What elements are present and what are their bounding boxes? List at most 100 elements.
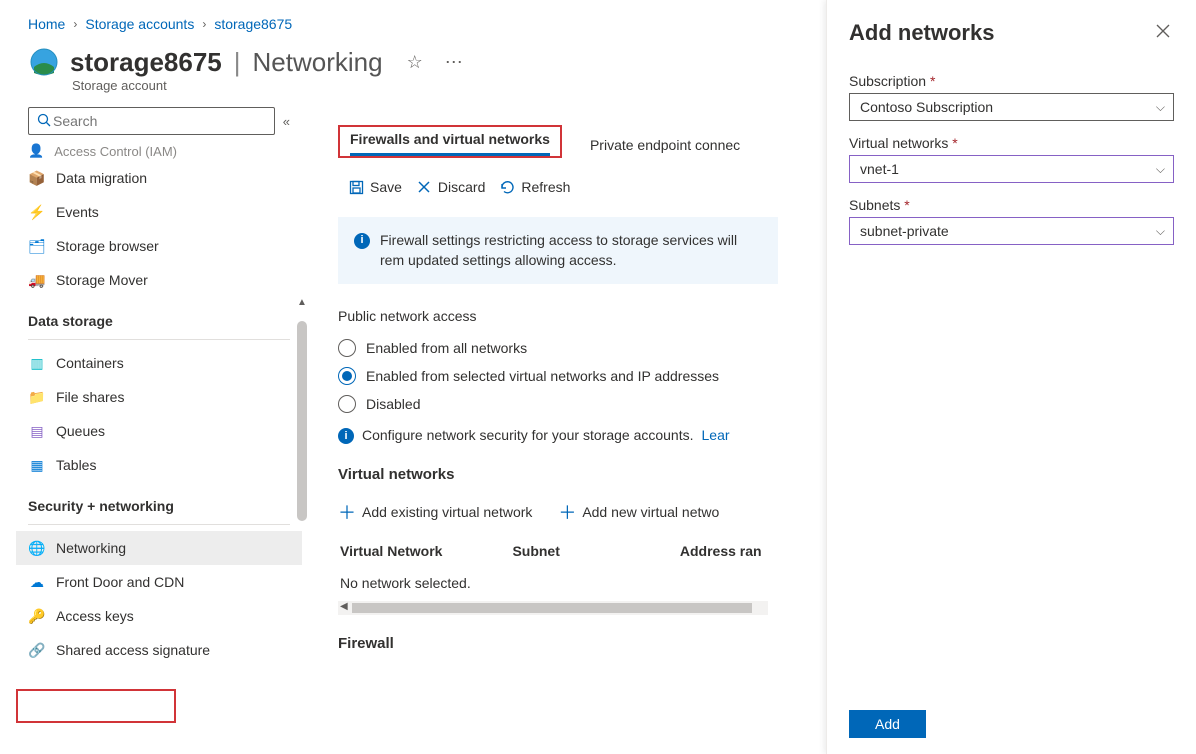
info-icon: i <box>354 233 370 249</box>
info-banner: i Firewall settings restricting access t… <box>338 217 778 284</box>
vnet-label: Virtual networks * <box>849 135 1174 155</box>
more-menu-icon[interactable]: ⋯ <box>445 52 464 73</box>
chevron-down-icon: ⌵ <box>1156 162 1165 177</box>
highlight-networking <box>16 689 176 723</box>
sidebar-item-access-keys[interactable]: 🔑 Access keys <box>16 599 302 633</box>
sidebar-item-iam[interactable]: 👤 Access Control (IAM) <box>16 141 302 161</box>
sidebar-item-label: Events <box>56 204 99 220</box>
sidebar-item-storage-mover[interactable]: 🚚 Storage Mover <box>16 263 302 297</box>
radio-label: Disabled <box>366 396 420 412</box>
breadcrumb-home[interactable]: Home <box>28 16 65 32</box>
globe-icon: 🌐 <box>28 539 46 557</box>
learn-more-link[interactable]: Lear <box>702 427 730 443</box>
sidebar-item-label: Tables <box>56 457 96 473</box>
tab-firewalls[interactable]: Firewalls and virtual networks <box>338 125 562 158</box>
sidebar-item-tables[interactable]: ▦ Tables <box>16 448 302 482</box>
chevron-down-icon: ⌵ <box>1156 100 1165 115</box>
radio-icon <box>338 339 356 357</box>
subnet-value: subnet-private <box>860 223 949 239</box>
hint-text: Configure network security for your stor… <box>362 427 694 443</box>
save-button[interactable]: Save <box>348 179 402 195</box>
sidebar-item-label: Networking <box>56 540 126 556</box>
scrollbar-thumb[interactable] <box>352 603 752 613</box>
add-new-vnet-button[interactable]: ＋ Add new virtual netwo <box>558 493 725 531</box>
favorite-star-icon[interactable]: ☆ <box>407 52 423 73</box>
mover-icon: 🚚 <box>28 271 46 289</box>
sidebar-item-label: Access keys <box>56 608 134 624</box>
sidebar-item-label: Data migration <box>56 170 147 186</box>
breadcrumb-resource[interactable]: storage8675 <box>214 16 292 32</box>
add-existing-vnet-button[interactable]: ＋ Add existing virtual network <box>338 493 538 531</box>
sidebar-item-front-door[interactable]: ☁ Front Door and CDN <box>16 565 302 599</box>
sidebar-item-label: Front Door and CDN <box>56 574 184 590</box>
key-icon: 🔑 <box>28 607 46 625</box>
close-icon[interactable] <box>1152 18 1174 47</box>
sidebar-item-label: Containers <box>56 355 124 371</box>
refresh-label: Refresh <box>521 179 570 195</box>
queues-icon: ▤ <box>28 422 46 440</box>
subnet-select[interactable]: subnet-private ⌵ <box>849 217 1174 245</box>
sidebar-item-events[interactable]: ⚡ Events <box>16 195 302 229</box>
lightning-icon: ⚡ <box>28 203 46 221</box>
radio-icon <box>338 367 356 385</box>
radio-icon <box>338 395 356 413</box>
refresh-button[interactable]: Refresh <box>499 179 570 195</box>
sidebar-item-label: Queues <box>56 423 105 439</box>
page-title: Networking <box>253 47 383 78</box>
search-icon <box>37 113 51 130</box>
plus-icon: ＋ <box>558 499 576 525</box>
tab-private-endpoint[interactable]: Private endpoint connec <box>582 125 748 161</box>
close-icon <box>416 180 432 194</box>
sidebar-search[interactable] <box>28 107 275 135</box>
save-label: Save <box>370 179 402 195</box>
flyout-title: Add networks <box>849 20 994 46</box>
plus-icon: ＋ <box>338 499 356 525</box>
col-address-range: Address ran <box>680 543 762 559</box>
sidebar-item-label: Shared access signature <box>56 642 210 658</box>
save-icon <box>348 180 364 195</box>
sidebar-item-sas[interactable]: 🔗 Shared access signature <box>16 633 302 667</box>
col-virtual-network: Virtual Network <box>340 543 442 559</box>
chevron-right-icon: › <box>202 17 206 31</box>
radio-label: Enabled from all networks <box>366 340 527 356</box>
storage-account-icon <box>28 46 60 78</box>
resource-name: storage8675 <box>70 47 222 78</box>
radio-label: Enabled from selected virtual networks a… <box>366 368 719 384</box>
sidebar-item-networking[interactable]: 🌐 Networking <box>16 531 302 565</box>
sidebar-section-security: Security + networking <box>16 482 302 520</box>
subscription-label: Subscription * <box>849 73 1174 93</box>
browser-icon: 🗂 <box>28 237 46 255</box>
col-subnet: Subnet <box>512 543 559 559</box>
chevron-right-icon: › <box>73 17 77 31</box>
search-input[interactable] <box>51 112 266 130</box>
tables-icon: ▦ <box>28 456 46 474</box>
vnet-value: vnet-1 <box>860 161 899 177</box>
signature-icon: 🔗 <box>28 641 46 659</box>
breadcrumb-storage-accounts[interactable]: Storage accounts <box>85 16 194 32</box>
sidebar-item-storage-browser[interactable]: 🗂 Storage browser <box>16 229 302 263</box>
horizontal-scrollbar[interactable]: ◀ <box>338 601 768 615</box>
scroll-left-icon[interactable]: ◀ <box>340 601 348 612</box>
collapse-sidebar-icon[interactable]: « <box>283 114 290 129</box>
discard-label: Discard <box>438 179 485 195</box>
add-button[interactable]: Add <box>849 710 926 738</box>
sidebar-item-label: Storage browser <box>56 238 159 254</box>
sidebar-item-queues[interactable]: ▤ Queues <box>16 414 302 448</box>
fileshares-icon: 📁 <box>28 388 46 406</box>
sidebar-item-file-shares[interactable]: 📁 File shares <box>16 380 302 414</box>
subscription-value: Contoso Subscription <box>860 99 993 115</box>
subscription-select[interactable]: Contoso Subscription ⌵ <box>849 93 1174 121</box>
vnet-select[interactable]: vnet-1 ⌵ <box>849 155 1174 183</box>
banner-text: Firewall settings restricting access to … <box>380 231 762 270</box>
title-separator: | <box>234 47 241 78</box>
add-new-label: Add new virtual netwo <box>582 504 719 520</box>
chevron-down-icon: ⌵ <box>1156 224 1165 239</box>
sidebar-item-data-migration[interactable]: 📦 Data migration <box>16 161 302 195</box>
discard-button[interactable]: Discard <box>416 179 485 195</box>
refresh-icon <box>499 180 515 195</box>
sidebar-item-containers[interactable]: ▥ Containers <box>16 346 302 380</box>
sidebar-item-label: File shares <box>56 389 124 405</box>
add-existing-label: Add existing virtual network <box>362 504 532 520</box>
sidebar-item-label: Storage Mover <box>56 272 148 288</box>
migration-icon: 📦 <box>28 169 46 187</box>
